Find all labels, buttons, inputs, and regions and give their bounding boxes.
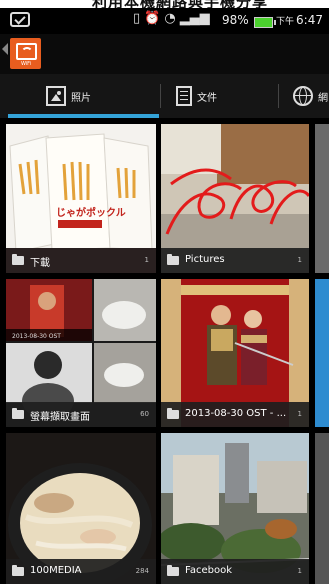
tab-label: 文件 bbox=[197, 92, 217, 104]
album-count: 284 bbox=[135, 567, 149, 575]
album-count: 60 bbox=[140, 410, 149, 418]
album-caption: 下載 1 bbox=[6, 248, 156, 273]
album-caption: 2013-08-30 OST - ... 1 bbox=[161, 402, 309, 427]
album-tile-partial[interactable] bbox=[315, 279, 329, 427]
folder-icon bbox=[167, 408, 179, 419]
folder-icon bbox=[12, 565, 24, 576]
vibrate-icon: ▯ bbox=[133, 11, 141, 26]
checkmark-icon bbox=[10, 12, 30, 27]
album-name: 100MEDIA bbox=[30, 565, 82, 576]
folder-icon bbox=[12, 254, 24, 265]
photo-icon bbox=[46, 86, 66, 106]
album-caption: 100MEDIA 284 bbox=[6, 559, 156, 584]
tab-label: 網 bbox=[318, 92, 328, 104]
snack-box-text: じゃがポックル bbox=[56, 206, 126, 219]
tab-web[interactable]: 網 bbox=[293, 74, 329, 118]
clock: 下午 6:47 bbox=[276, 13, 323, 27]
album-tile[interactable]: Pictures 1 bbox=[161, 124, 309, 273]
signal-icon: ▂▄▆ bbox=[179, 11, 210, 26]
album-caption: 螢幕擷取畫面 60 bbox=[6, 402, 156, 427]
folder-icon bbox=[167, 565, 179, 576]
battery-percent: 98% bbox=[222, 13, 249, 27]
wifi-icon bbox=[21, 47, 33, 59]
tab-photos[interactable]: 照片 bbox=[46, 74, 91, 118]
album-count: 1 bbox=[144, 256, 149, 264]
folder-icon bbox=[167, 254, 179, 265]
album-tile[interactable]: Facebook 1 bbox=[161, 433, 309, 584]
battery-icon bbox=[254, 17, 276, 28]
selected-tab-indicator bbox=[8, 114, 159, 118]
album-tile[interactable]: 2013-08-30 OST - ... 1 bbox=[161, 279, 309, 427]
app-logo-label: WiFi bbox=[20, 61, 32, 67]
tab-bar: 照片 文件 網 bbox=[0, 74, 329, 118]
tab-divider bbox=[278, 84, 279, 108]
album-caption: Facebook 1 bbox=[161, 559, 309, 584]
wifi-icon: ◔ bbox=[164, 11, 176, 26]
mini-caption: 2013-08-30 OST bbox=[12, 333, 61, 340]
tab-documents[interactable]: 文件 bbox=[176, 74, 217, 118]
album-tile[interactable]: 100MEDIA 284 bbox=[6, 433, 156, 584]
album-tile[interactable]: じゃがポックル 下載 1 bbox=[6, 124, 156, 273]
globe-icon bbox=[293, 86, 313, 106]
album-count: 1 bbox=[297, 410, 302, 418]
album-name: 螢幕擷取畫面 bbox=[30, 412, 90, 423]
status-icons: ▯ ⏰ ◔ ▂▄▆ bbox=[133, 11, 214, 26]
app-logo[interactable]: WiFi bbox=[10, 38, 41, 69]
album-name: 下載 bbox=[30, 258, 50, 269]
status-bar: ▯ ⏰ ◔ ▂▄▆ 98% 下午 6:47 bbox=[0, 8, 329, 34]
tab-divider bbox=[160, 84, 161, 108]
album-caption: Pictures 1 bbox=[161, 248, 309, 273]
back-arrow-icon[interactable] bbox=[2, 43, 8, 55]
folder-icon bbox=[12, 408, 24, 419]
action-bar: WiFi bbox=[0, 34, 329, 74]
document-icon bbox=[176, 86, 192, 106]
album-name: Facebook bbox=[185, 565, 232, 576]
album-name: Pictures bbox=[185, 254, 225, 265]
album-count: 1 bbox=[297, 567, 302, 575]
album-name: 2013-08-30 OST - ... bbox=[185, 408, 287, 419]
album-tile-partial[interactable] bbox=[315, 124, 329, 273]
top-banner-strip: 利用本機網路與手機分享 bbox=[0, 0, 329, 11]
album-tile[interactable]: 2013-08-30 OST 螢幕擷取畫面 60 bbox=[6, 279, 156, 427]
album-tile-partial[interactable] bbox=[315, 433, 329, 584]
tab-label: 照片 bbox=[71, 92, 91, 104]
album-count: 1 bbox=[297, 256, 302, 264]
alarm-icon: ⏰ bbox=[144, 11, 161, 26]
